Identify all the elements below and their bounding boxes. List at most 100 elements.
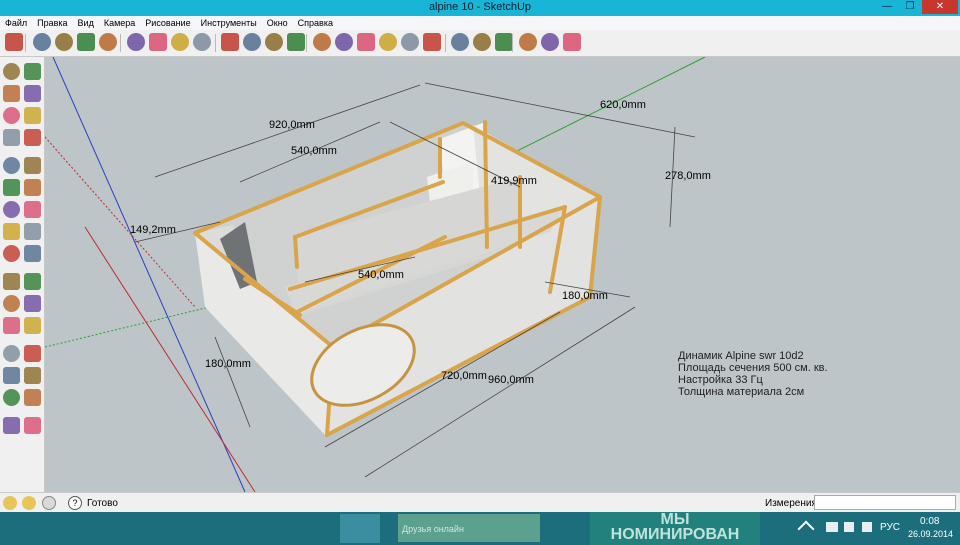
dim-top-length[interactable]: 920,0mm — [269, 119, 315, 131]
rotate-icon[interactable] — [3, 201, 20, 218]
zoom-extents-icon[interactable] — [379, 33, 397, 51]
polygon-icon[interactable] — [3, 157, 20, 174]
zoom-extents-icon[interactable] — [3, 367, 20, 384]
zoom-icon[interactable] — [357, 33, 375, 51]
menu-edit[interactable]: Правка — [32, 16, 72, 30]
rectangle-icon[interactable] — [55, 33, 73, 51]
flag-icon[interactable] — [826, 522, 838, 532]
chevron-up-icon[interactable] — [797, 520, 815, 538]
menu-camera[interactable]: Камера — [99, 16, 140, 30]
move-icon[interactable] — [243, 33, 261, 51]
circle-icon[interactable] — [3, 129, 20, 146]
arc-icon[interactable] — [99, 33, 117, 51]
credits-icon[interactable] — [22, 496, 36, 510]
follow-me-icon[interactable] — [287, 33, 305, 51]
file-explorer-icon[interactable] — [40, 514, 80, 543]
get-models-icon[interactable] — [495, 33, 513, 51]
dim-right-port[interactable]: 180,0mm — [562, 290, 608, 302]
follow-me-icon[interactable] — [24, 201, 41, 218]
dim-port-width[interactable]: 149,2mm — [130, 224, 176, 236]
eraser-icon[interactable] — [149, 33, 167, 51]
menu-window[interactable]: Окно — [262, 16, 293, 30]
pencil-icon[interactable] — [33, 33, 51, 51]
protractor-icon[interactable] — [3, 273, 20, 290]
pan-icon[interactable] — [24, 317, 41, 334]
freehand-icon[interactable] — [24, 157, 41, 174]
paint-bucket-icon[interactable] — [3, 85, 20, 102]
arc-icon[interactable] — [24, 129, 41, 146]
help-icon[interactable]: ? — [68, 496, 82, 510]
menu-help[interactable]: Справка — [293, 16, 338, 30]
dim-partition[interactable]: 419,9mm — [491, 175, 537, 187]
pan-icon[interactable] — [335, 33, 353, 51]
make-component-icon[interactable] — [24, 63, 41, 80]
select-icon[interactable] — [5, 33, 23, 51]
next-view-icon[interactable] — [423, 33, 441, 51]
dim-left-height[interactable]: 180,0mm — [205, 358, 251, 370]
minimize-icon[interactable]: — — [877, 0, 897, 14]
menu-draw[interactable]: Рисование — [140, 16, 195, 30]
menu-tools[interactable]: Инструменты — [196, 16, 262, 30]
eraser-icon[interactable] — [24, 85, 41, 102]
visual-studio-icon[interactable] — [252, 514, 292, 543]
sketchup-task-icon[interactable] — [340, 514, 380, 543]
globe-app-icon[interactable] — [124, 514, 164, 543]
zoom-icon[interactable] — [3, 345, 20, 362]
promo-banner[interactable]: МЫ НОМИНИРОВАН — [590, 512, 760, 545]
extension-warehouse-icon[interactable] — [541, 33, 559, 51]
orbit-icon[interactable] — [313, 33, 331, 51]
measurements-input[interactable] — [814, 495, 956, 510]
walk-icon[interactable] — [3, 417, 20, 434]
language-indicator[interactable]: РУС — [880, 522, 900, 533]
yandex-browser-icon[interactable] — [166, 514, 206, 543]
geo-location-icon[interactable] — [3, 496, 17, 510]
3d-warehouse-icon[interactable] — [451, 33, 469, 51]
model-viewport[interactable]: 920,0mm 620,0mm 540,0mm 419,9mm 278,0mm … — [45, 57, 960, 492]
dim-height[interactable]: 278,0mm — [665, 170, 711, 182]
maximize-icon[interactable]: ❐ — [900, 0, 920, 14]
model-notes[interactable]: Динамик Alpine swr 10d2 Площадь сечения … — [678, 350, 828, 398]
push-pull-icon[interactable] — [24, 179, 41, 196]
scale-icon[interactable] — [3, 223, 20, 240]
rectangle-icon[interactable] — [3, 107, 20, 124]
help-app-icon[interactable] — [82, 514, 122, 543]
volume-icon[interactable] — [862, 522, 872, 532]
layout-icon[interactable] — [563, 33, 581, 51]
components-icon[interactable] — [519, 33, 537, 51]
news-widget[interactable]: Друзья онлайн — [398, 514, 540, 542]
user-icon[interactable] — [42, 496, 56, 510]
dim-front-inner[interactable]: 720,0mm — [441, 370, 487, 382]
axes-icon[interactable] — [3, 295, 20, 312]
paint-bucket-icon[interactable] — [193, 33, 211, 51]
chrome-icon[interactable] — [210, 514, 250, 543]
look-around-icon[interactable] — [24, 389, 41, 406]
3d-text-icon[interactable] — [24, 295, 41, 312]
start-icon[interactable] — [0, 514, 40, 543]
dimension-icon[interactable] — [24, 245, 41, 262]
menu-file[interactable]: Файл — [0, 16, 32, 30]
make-component-icon[interactable] — [127, 33, 145, 51]
previous-view-icon[interactable] — [401, 33, 419, 51]
position-camera-icon[interactable] — [24, 417, 41, 434]
offset-icon[interactable] — [24, 223, 41, 240]
model-canvas[interactable] — [45, 57, 960, 492]
clock-time[interactable]: 0:08 — [920, 516, 939, 527]
close-icon[interactable]: ✕ — [922, 0, 958, 14]
media-player-icon[interactable] — [296, 514, 336, 543]
zoom-window-icon[interactable] — [24, 345, 41, 362]
share-model-icon[interactable] — [473, 33, 491, 51]
dim-front-length[interactable]: 960,0mm — [488, 374, 534, 386]
clock-date[interactable]: 26.09.2014 — [908, 529, 953, 539]
dim-depth[interactable]: 620,0mm — [600, 99, 646, 111]
push-pull-icon[interactable] — [221, 33, 239, 51]
orbit-icon[interactable] — [3, 317, 20, 334]
section-plane-icon[interactable] — [3, 389, 20, 406]
select-icon[interactable] — [3, 63, 20, 80]
network-icon[interactable] — [844, 522, 854, 532]
menu-view[interactable]: Вид — [73, 16, 99, 30]
previous-icon[interactable] — [24, 367, 41, 384]
text-icon[interactable] — [24, 273, 41, 290]
move-icon[interactable] — [3, 179, 20, 196]
tape-measure-icon[interactable] — [171, 33, 189, 51]
circle-icon[interactable] — [77, 33, 95, 51]
